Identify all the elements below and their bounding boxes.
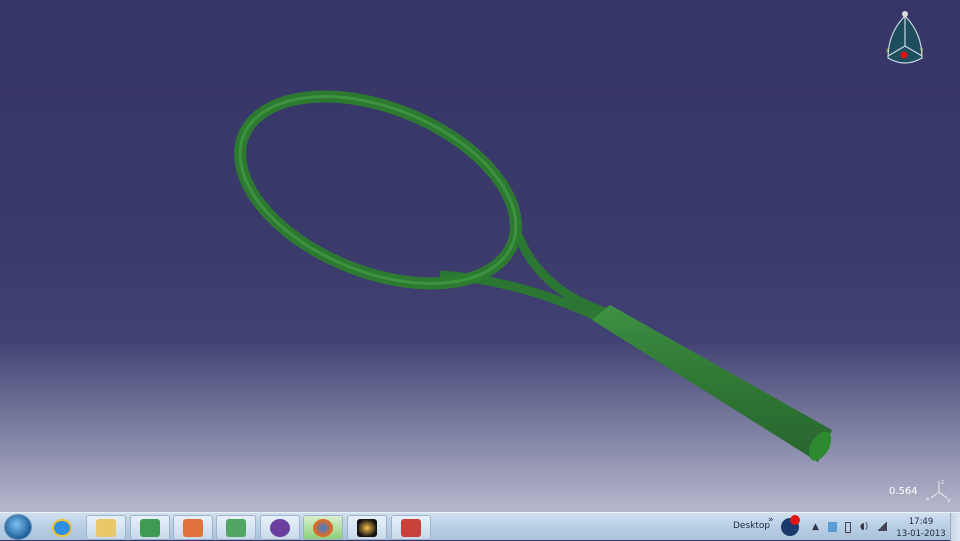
svg-text:y: y: [920, 47, 924, 54]
scale-readout: 0.564: [889, 486, 918, 497]
scanner-icon: [226, 518, 246, 537]
taskbar: Desktop » ▲ ◖) 17:49 13-01-2013: [0, 512, 960, 541]
folder-icon: [96, 518, 116, 537]
taskbar-firefox[interactable]: [303, 515, 343, 540]
racket-model[interactable]: [0, 0, 960, 512]
volume-icon[interactable]: ◖): [860, 522, 868, 532]
taskbar-presentation[interactable]: [173, 515, 213, 540]
taskbar-hp[interactable]: [130, 515, 170, 540]
taskbar-bittorrent[interactable]: [260, 515, 300, 540]
taskbar-media[interactable]: [347, 515, 387, 540]
clock[interactable]: 17:49 13-01-2013: [896, 516, 946, 540]
svg-text:x: x: [886, 47, 890, 54]
signal-icon[interactable]: [877, 522, 887, 531]
svg-text:x: x: [926, 496, 930, 502]
media-icon: [357, 518, 377, 537]
clock-time: 17:49: [908, 517, 934, 527]
desktop-toolbar-label[interactable]: Desktop: [733, 521, 770, 531]
network-app-icon[interactable]: [828, 522, 837, 532]
taskbar-explorer[interactable]: [86, 515, 126, 540]
compass-icon[interactable]: xy: [880, 8, 930, 68]
slides-icon: [183, 518, 203, 537]
toolbar-chevron[interactable]: »: [768, 515, 774, 525]
bittorrent-icon: [270, 518, 290, 537]
taskbar-ie[interactable]: [42, 515, 82, 540]
ie-icon: [52, 518, 72, 537]
pdf-icon: [401, 518, 421, 537]
svg-text:z: z: [941, 479, 944, 486]
racket-handle: [592, 305, 832, 462]
taskbar-scanner[interactable]: [216, 515, 256, 540]
start-button[interactable]: [4, 514, 32, 540]
show-desktop-button[interactable]: [950, 513, 960, 541]
firefox-icon: [313, 518, 333, 537]
3d-viewport[interactable]: xy 0.564 z x y: [0, 0, 960, 512]
clock-date: 13-01-2013: [896, 529, 946, 539]
show-hidden-icons-arrow[interactable]: ▲: [812, 522, 819, 532]
taskbar-pdf[interactable]: [391, 515, 431, 540]
svg-text:y: y: [947, 497, 951, 502]
help-alert-icon[interactable]: [781, 515, 800, 536]
axis-triad-icon: z x y: [926, 479, 951, 502]
battery-icon[interactable]: [845, 522, 851, 533]
hp-icon: [140, 518, 160, 537]
